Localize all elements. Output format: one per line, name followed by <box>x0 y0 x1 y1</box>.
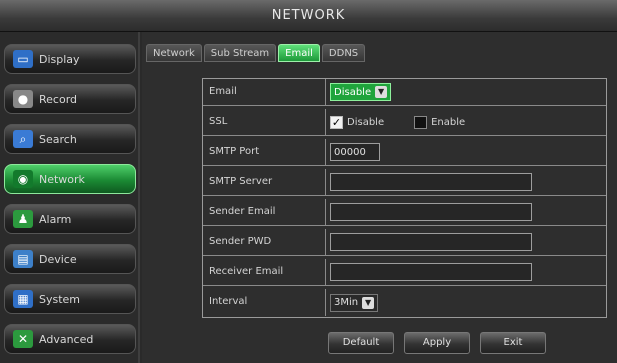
sidebar-item-network[interactable]: ◉ Network <box>4 164 136 194</box>
exit-button[interactable]: Exit <box>480 332 546 354</box>
email-settings-table: Email Disable ▼ SSL ✓ Disable Enable SMT… <box>202 78 607 318</box>
smtp-port-field[interactable] <box>330 143 380 161</box>
sender-pwd-label: Sender PWD <box>203 229 326 255</box>
sidebar-item-advanced[interactable]: ✕ Advanced <box>4 324 136 354</box>
ssl-label: SSL <box>203 109 326 135</box>
sidebar-item-alarm[interactable]: ♟ Alarm <box>4 204 136 234</box>
interval-select-value: 3Min <box>334 297 359 308</box>
tab-ddns[interactable]: DDNS <box>321 44 366 62</box>
sender-email-field[interactable] <box>330 203 532 221</box>
record-icon: ● <box>13 90 33 108</box>
monitor-icon: ▭ <box>13 50 33 68</box>
row-smtp-port: SMTP Port <box>203 139 606 166</box>
email-label: Email <box>203 79 326 105</box>
row-smtp-server: SMTP Server <box>203 169 606 196</box>
sidebar-item-label: Device <box>39 252 77 266</box>
smtp-port-label: SMTP Port <box>203 139 326 165</box>
tab-bar: Network Sub Stream Email DDNS <box>146 44 367 62</box>
sidebar-item-search[interactable]: ⌕ Search <box>4 124 136 154</box>
sender-pwd-field[interactable] <box>330 233 532 251</box>
smtp-server-label: SMTP Server <box>203 169 326 195</box>
default-button[interactable]: Default <box>328 332 394 354</box>
chevron-down-icon: ▼ <box>375 86 388 98</box>
row-sender-email: Sender Email <box>203 199 606 226</box>
row-email: Email Disable ▼ <box>203 79 606 106</box>
chevron-down-icon: ▼ <box>362 296 375 309</box>
smtp-server-field[interactable] <box>330 173 532 191</box>
sidebar-item-record[interactable]: ● Record <box>4 84 136 114</box>
sidebar-item-label: Network <box>39 172 85 186</box>
sidebar-item-label: Advanced <box>39 332 94 346</box>
tab-network[interactable]: Network <box>146 44 202 62</box>
advanced-icon: ✕ <box>13 330 33 348</box>
alarm-icon: ♟ <box>13 210 33 228</box>
main-panel: Network Sub Stream Email DDNS Email Disa… <box>142 32 617 363</box>
ssl-disable-checkbox[interactable]: ✓ <box>330 115 343 129</box>
row-receiver-email: Receiver Email <box>203 259 606 286</box>
email-select[interactable]: Disable ▼ <box>330 83 392 101</box>
system-icon: ▦ <box>13 290 33 308</box>
sidebar-item-system[interactable]: ▦ System <box>4 284 136 314</box>
email-select-value: Disable <box>334 86 372 98</box>
sidebar-item-label: Alarm <box>39 212 72 226</box>
network-icon: ◉ <box>13 170 33 188</box>
sidebar-item-label: Record <box>39 92 78 106</box>
sender-email-label: Sender Email <box>203 199 326 225</box>
receiver-email-label: Receiver Email <box>203 259 326 285</box>
sidebar-item-label: Search <box>39 132 77 146</box>
window-title: NETWORK <box>0 0 617 32</box>
ssl-enable-checkbox[interactable] <box>414 115 428 129</box>
row-sender-pwd: Sender PWD <box>203 229 606 256</box>
apply-button[interactable]: Apply <box>404 332 470 354</box>
sidebar-item-device[interactable]: ▤ Device <box>4 244 136 274</box>
ssl-enable-label: Enable <box>431 116 466 128</box>
sidebar: ▭ Display ● Record ⌕ Search ◉ Network ♟ … <box>0 32 140 363</box>
row-ssl: SSL ✓ Disable Enable <box>203 109 606 136</box>
sidebar-item-label: System <box>39 292 81 306</box>
sidebar-item-label: Display <box>39 52 80 66</box>
search-icon: ⌕ <box>13 130 33 148</box>
interval-select[interactable]: 3Min ▼ <box>330 293 379 312</box>
tab-email[interactable]: Email <box>278 44 320 62</box>
ssl-disable-label: Disable <box>347 116 385 128</box>
tab-sub-stream[interactable]: Sub Stream <box>203 44 277 62</box>
interval-label: Interval <box>203 289 326 316</box>
sidebar-item-display[interactable]: ▭ Display <box>4 44 136 74</box>
device-icon: ▤ <box>13 250 33 268</box>
row-interval: Interval 3Min ▼ <box>203 289 606 316</box>
receiver-email-field[interactable] <box>330 263 532 281</box>
